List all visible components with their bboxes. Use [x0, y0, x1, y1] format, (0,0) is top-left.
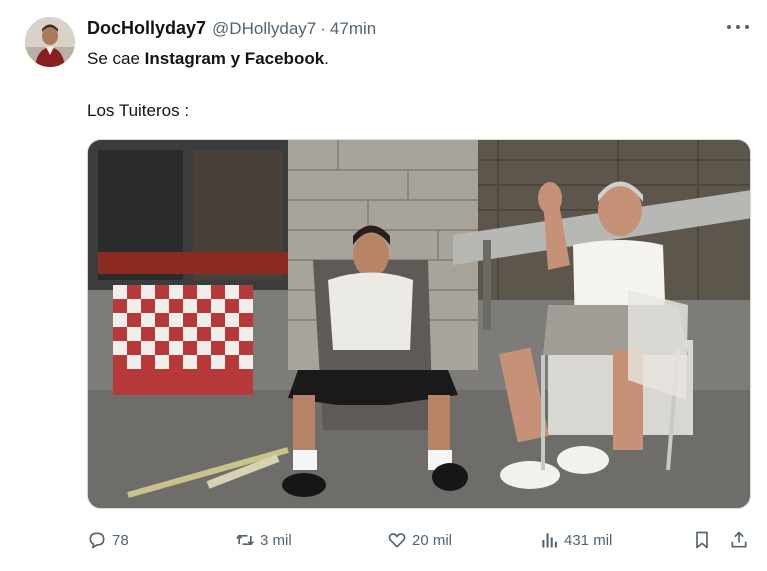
- share-icon: [731, 531, 747, 548]
- views-button[interactable]: 431 mil: [539, 527, 612, 553]
- tweet-photo[interactable]: [87, 139, 751, 509]
- views-icon: [542, 533, 557, 548]
- retweet-count: 3 mil: [260, 531, 292, 549]
- share-button[interactable]: [729, 527, 754, 553]
- avatar-image: [25, 17, 75, 67]
- photo-image: [88, 140, 750, 508]
- retweet-button[interactable]: 3 mil: [235, 527, 292, 553]
- like-button[interactable]: 20 mil: [387, 527, 452, 553]
- heart-icon: [388, 533, 406, 548]
- tweet-text-bold: Instagram y Facebook: [144, 49, 325, 68]
- more-icon[interactable]: [727, 22, 749, 32]
- reply-button[interactable]: 78: [87, 527, 129, 553]
- tweet-text-prefix: Se cae: [87, 49, 145, 68]
- more-dot: [727, 25, 731, 29]
- reply-icon: [89, 532, 105, 549]
- views-count: 431 mil: [564, 531, 613, 549]
- more-dot: [736, 25, 740, 29]
- bookmark-icon: [696, 531, 708, 549]
- like-count: 20 mil: [412, 531, 453, 549]
- user-handle[interactable]: @DHollyday7: [212, 19, 316, 39]
- separator-dot: ·: [320, 19, 326, 38]
- tweet-text-line1: Se cae Instagram y Facebook.: [87, 49, 329, 69]
- tweet-card[interactable]: DocHollyday7 @DHollyday7 · 47min Se cae …: [0, 0, 767, 571]
- tweet-text-line2: Los Tuiteros :: [87, 101, 190, 120]
- timestamp[interactable]: 47min: [330, 19, 376, 39]
- avatar[interactable]: [25, 17, 75, 67]
- tweet-text-suffix: .: [324, 49, 329, 68]
- reply-count: 78: [112, 531, 129, 549]
- retweet-icon: [236, 534, 254, 546]
- more-dot: [745, 25, 749, 29]
- tweet-header: DocHollyday7 @DHollyday7 · 47min: [87, 18, 747, 44]
- action-bar: 78 3 mil 20 mil 431 mil: [87, 527, 751, 553]
- bookmark-button[interactable]: [692, 527, 717, 553]
- display-name[interactable]: DocHollyday7: [87, 18, 206, 39]
